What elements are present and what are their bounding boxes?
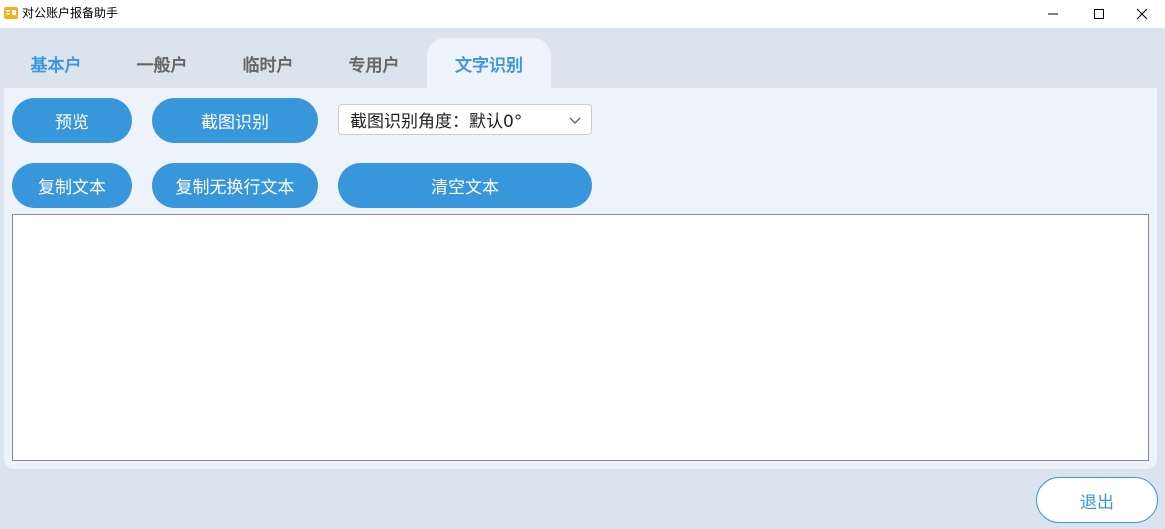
chevron-down-icon — [569, 117, 581, 124]
capture-recognize-button[interactable]: 截图识别 — [152, 98, 318, 143]
copy-no-linebreak-button[interactable]: 复制无换行文本 — [152, 163, 318, 208]
clear-text-button[interactable]: 清空文本 — [338, 163, 592, 208]
recognized-text-area[interactable] — [12, 214, 1149, 461]
title-bar: 对公账户报备助手 — [0, 0, 1165, 28]
tab-basic-account[interactable]: 基本户 — [14, 38, 98, 88]
minimize-button[interactable] — [1030, 0, 1076, 28]
close-button[interactable] — [1119, 0, 1165, 28]
preview-button[interactable]: 预览 — [12, 98, 132, 143]
window-title: 对公账户报备助手 — [22, 6, 119, 20]
maximize-icon — [1094, 9, 1104, 19]
tab-special-account[interactable]: 专用户 — [332, 38, 416, 88]
tab-general-account[interactable]: 一般户 — [120, 38, 204, 88]
exit-button[interactable]: 退出 — [1036, 477, 1158, 523]
maximize-button[interactable] — [1076, 0, 1122, 28]
close-icon — [1136, 8, 1148, 20]
copy-text-button[interactable]: 复制文本 — [12, 163, 132, 208]
minimize-icon — [1048, 13, 1058, 15]
capture-angle-select[interactable]: 截图识别角度：默认0° — [338, 104, 592, 135]
tab-temporary-account[interactable]: 临时户 — [226, 38, 310, 88]
capture-angle-value: 截图识别角度：默认0° — [350, 112, 523, 132]
tab-text-recognition[interactable]: 文字识别 — [427, 38, 551, 88]
app-logo-icon — [4, 7, 18, 19]
